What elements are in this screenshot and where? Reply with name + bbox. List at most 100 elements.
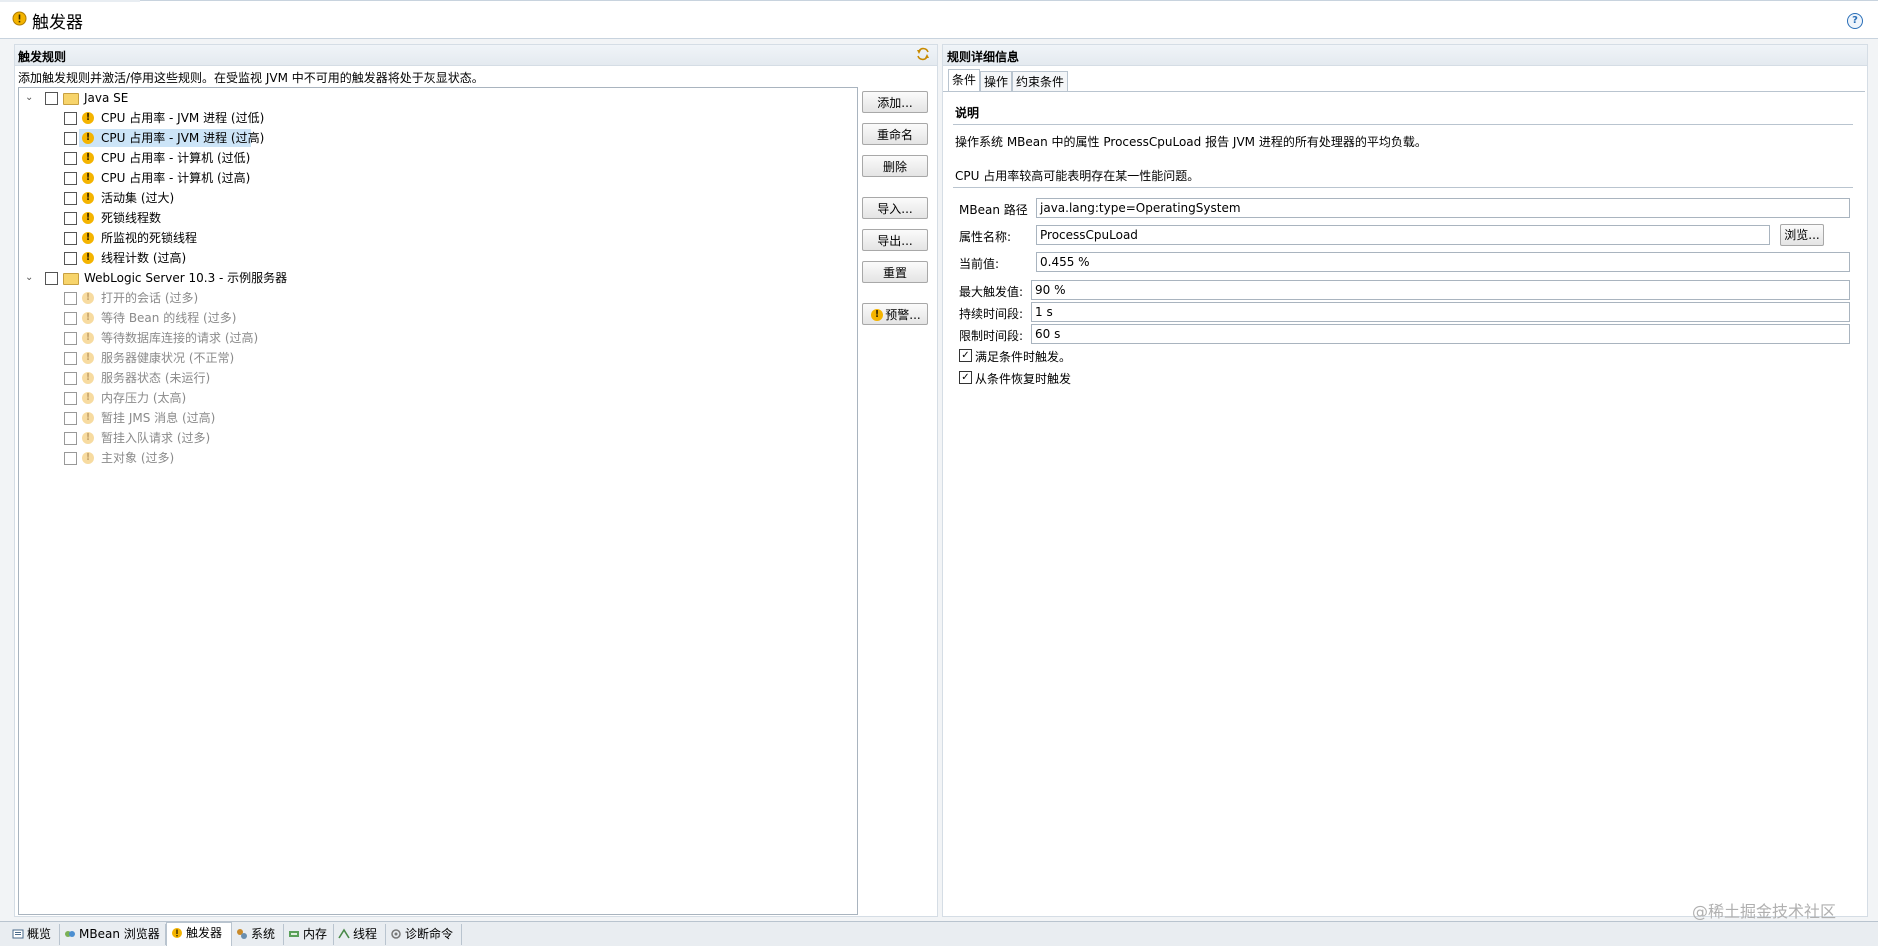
tab-triggers[interactable]: 触发器 bbox=[166, 922, 232, 946]
tree-item-disabled[interactable]: ! 暂挂入队请求 (过多) bbox=[19, 429, 849, 447]
trigger-icon: ! bbox=[82, 192, 94, 204]
help-icon[interactable]: ? bbox=[1847, 13, 1863, 29]
add-button[interactable]: 添加... bbox=[862, 91, 928, 113]
item-checkbox[interactable] bbox=[64, 212, 77, 225]
item-checkbox[interactable] bbox=[64, 312, 77, 325]
tree-item-label: CPU 占用率 - JVM 进程 (过高) bbox=[101, 131, 265, 145]
tree-item-label: 服务器健康状况 (不正常) bbox=[101, 351, 235, 365]
export-button[interactable]: 导出... bbox=[862, 229, 928, 251]
trigger-on-met-checkbox[interactable]: ✓ bbox=[959, 349, 972, 362]
title-tab-stub bbox=[0, 0, 140, 2]
tree-group-weblogic[interactable]: ⌄ WebLogic Server 10.3 - 示例服务器 bbox=[19, 269, 849, 287]
trigger-icon: ! bbox=[82, 372, 94, 384]
group-checkbox[interactable] bbox=[45, 272, 58, 285]
trigger-on-recover-checkbox[interactable]: ✓ bbox=[959, 371, 972, 384]
title-bar-line bbox=[140, 0, 1878, 1]
trigger-icon bbox=[12, 11, 27, 26]
item-checkbox[interactable] bbox=[64, 252, 77, 265]
item-checkbox[interactable] bbox=[64, 192, 77, 205]
trigger-on-met-label: 满足条件时触发。 bbox=[975, 350, 1072, 364]
trigger-rules-tree[interactable]: ⌄ Java SE ! CPU 占用率 - JVM 进程 (过低) ! CPU … bbox=[18, 87, 858, 915]
tree-item-disabled[interactable]: ! 服务器状态 (未运行) bbox=[19, 369, 849, 387]
item-checkbox[interactable] bbox=[64, 172, 77, 185]
description-line-1: 操作系统 MBean 中的属性 ProcessCpuLoad 报告 JVM 进程… bbox=[955, 135, 1427, 149]
item-checkbox[interactable] bbox=[64, 152, 77, 165]
trigger-icon: ! bbox=[82, 292, 94, 304]
memory-icon bbox=[289, 931, 299, 937]
trigger-icon: ! bbox=[82, 132, 94, 144]
item-checkbox[interactable] bbox=[64, 132, 77, 145]
item-checkbox[interactable] bbox=[64, 372, 77, 385]
item-checkbox[interactable] bbox=[64, 292, 77, 305]
delete-button[interactable]: 删除 bbox=[862, 155, 928, 177]
trigger-icon: ! bbox=[82, 352, 94, 364]
tree-item-disabled[interactable]: ! 服务器健康状况 (不正常) bbox=[19, 349, 849, 367]
trigger-icon bbox=[172, 928, 182, 938]
rename-button[interactable]: 重命名 bbox=[862, 123, 928, 145]
item-checkbox[interactable] bbox=[64, 432, 77, 445]
item-checkbox[interactable] bbox=[64, 412, 77, 425]
tree-item-disabled[interactable]: ! 内存压力 (太高) bbox=[19, 389, 849, 407]
tree-item-disabled[interactable]: ! 打开的会话 (过多) bbox=[19, 289, 849, 307]
trigger-icon: ! bbox=[82, 392, 94, 404]
tree-item[interactable]: ! 所监视的死锁线程 bbox=[19, 229, 849, 247]
tree-item-disabled[interactable]: ! 等待数据库连接的请求 (过高) bbox=[19, 329, 849, 347]
item-checkbox[interactable] bbox=[64, 232, 77, 245]
trigger-rules-description: 添加触发规则并激活/停用这些规则。在受监视 JVM 中不可用的触发器将处于灰显状… bbox=[18, 71, 484, 85]
tab-mbean-browser[interactable]: MBean 浏览器 bbox=[60, 924, 166, 945]
tree-item[interactable]: ! CPU 占用率 - JVM 进程 (过低) bbox=[19, 109, 849, 127]
item-checkbox[interactable] bbox=[64, 452, 77, 465]
tab-actions[interactable]: 操作 bbox=[980, 71, 1013, 91]
tab-conditions[interactable]: 条件 bbox=[948, 69, 981, 91]
chevron-down-icon[interactable]: ⌄ bbox=[25, 93, 35, 103]
folder-icon bbox=[63, 93, 79, 105]
chevron-down-icon[interactable]: ⌄ bbox=[25, 273, 35, 283]
import-button[interactable]: 导入... bbox=[862, 197, 928, 219]
tab-diagnostic-commands[interactable]: 诊断命令 bbox=[386, 924, 462, 945]
tree-item[interactable]: ! 死锁线程数 bbox=[19, 209, 849, 227]
tab-system[interactable]: 系统 bbox=[232, 924, 284, 945]
tree-item-disabled[interactable]: ! 暂挂 JMS 消息 (过高) bbox=[19, 409, 849, 427]
tab-label: 系统 bbox=[251, 927, 276, 941]
trigger-icon: ! bbox=[82, 232, 94, 244]
item-checkbox[interactable] bbox=[64, 392, 77, 405]
reset-button[interactable]: 重置 bbox=[862, 261, 928, 283]
group-checkbox[interactable] bbox=[45, 92, 58, 105]
refresh-icon[interactable] bbox=[916, 47, 930, 61]
trigger-rules-title: 触发规则 bbox=[18, 50, 67, 64]
max-trigger-value-field[interactable]: 90 % bbox=[1031, 280, 1850, 300]
tree-item[interactable]: ! CPU 占用率 - 计算机 (过高) bbox=[19, 169, 849, 187]
tree-group-java-se[interactable]: ⌄ Java SE bbox=[19, 89, 849, 107]
item-checkbox[interactable] bbox=[64, 352, 77, 365]
tree-item-label: 服务器状态 (未运行) bbox=[101, 371, 211, 385]
current-value-field: 0.455 % bbox=[1036, 252, 1850, 272]
tab-threads[interactable]: 线程 bbox=[334, 924, 386, 945]
item-checkbox[interactable] bbox=[64, 332, 77, 345]
tab-label: 触发器 bbox=[186, 926, 223, 940]
alert-button-label: 预警... bbox=[885, 308, 921, 322]
tab-constraints[interactable]: 约束条件 bbox=[1012, 71, 1069, 91]
alert-button[interactable]: ! 预警... bbox=[862, 303, 928, 325]
tab-overview[interactable]: 概览 bbox=[8, 924, 60, 945]
attribute-name-field[interactable]: ProcessCpuLoad bbox=[1036, 225, 1770, 245]
tree-item-disabled[interactable]: ! 主对象 (过多) bbox=[19, 449, 849, 467]
tree-item[interactable]: ! 线程计数 (过高) bbox=[19, 249, 849, 267]
tree-item-label: 暂挂入队请求 (过多) bbox=[101, 431, 211, 445]
diagnostic-icon bbox=[391, 929, 401, 939]
browse-button[interactable]: 浏览... bbox=[1780, 224, 1824, 246]
item-checkbox[interactable] bbox=[64, 112, 77, 125]
mbean-path-field[interactable]: java.lang:type=OperatingSystem bbox=[1036, 198, 1850, 218]
threads-icon bbox=[338, 928, 350, 939]
tree-item[interactable]: ! CPU 占用率 - 计算机 (过低) bbox=[19, 149, 849, 167]
limit-period-field[interactable]: 60 s bbox=[1031, 324, 1850, 344]
tab-divider bbox=[943, 91, 1865, 92]
tree-item[interactable]: ! 活动集 (过大) bbox=[19, 189, 849, 207]
tree-item-label: 活动集 (过大) bbox=[101, 191, 175, 205]
mbean-icon bbox=[65, 931, 75, 937]
tab-memory[interactable]: 内存 bbox=[284, 924, 334, 945]
tree-item-disabled[interactable]: ! 等待 Bean 的线程 (过多) bbox=[19, 309, 849, 327]
tree-item-selected[interactable]: ! CPU 占用率 - JVM 进程 (过高) bbox=[19, 129, 849, 147]
duration-field[interactable]: 1 s bbox=[1031, 302, 1850, 322]
tree-item-label: 所监视的死锁线程 bbox=[101, 231, 198, 245]
tree-item-label: 打开的会话 (过多) bbox=[101, 291, 199, 305]
